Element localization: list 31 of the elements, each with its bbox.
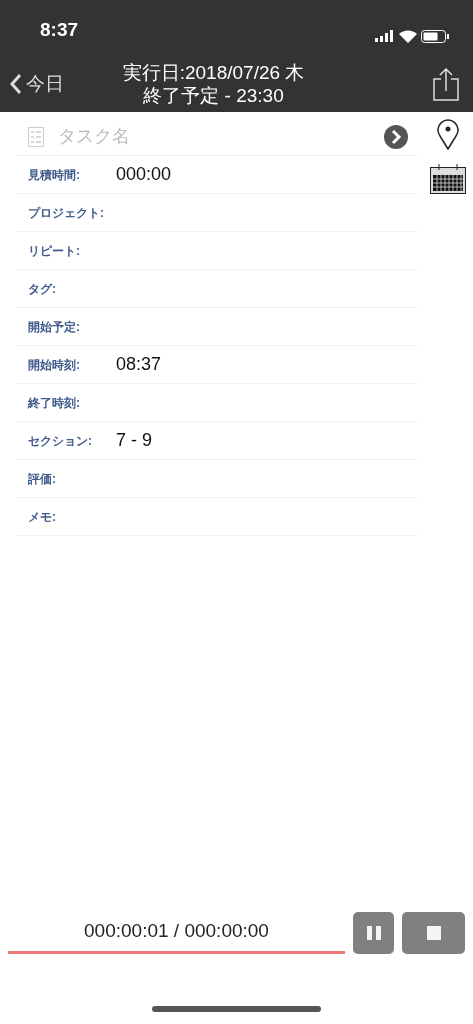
field-label: リピート: <box>28 242 81 260</box>
field-label: 見積時間: <box>28 166 81 184</box>
field-label: タグ: <box>28 280 57 298</box>
go-button[interactable] <box>383 123 409 150</box>
pause-button[interactable] <box>353 912 394 954</box>
field-value: 08:37 <box>116 353 162 376</box>
nav-title: 実行日:2018/07/26 木 <box>122 61 305 84</box>
nav-subtitle: 終了予定 - 23:30 <box>143 84 284 107</box>
field-label: 開始時刻: <box>28 356 81 374</box>
timer-reading: 000:00:01 / 000:00:00 <box>8 916 345 954</box>
field-value: 000:00 <box>116 163 172 186</box>
field-label: 評価: <box>28 470 57 488</box>
field-label: セクション: <box>28 432 93 450</box>
stop-icon <box>426 926 441 940</box>
map-pin-icon[interactable] <box>437 118 459 150</box>
back-button[interactable]: 今日 <box>10 69 64 99</box>
field-label: 開始予定: <box>28 318 81 336</box>
signal-icon <box>375 30 395 42</box>
field-value: 7 - 9 <box>116 429 153 452</box>
calendar-icon[interactable] <box>430 164 466 194</box>
stop-button[interactable] <box>402 912 465 954</box>
battery-icon <box>421 29 449 43</box>
share-button[interactable] <box>433 67 459 101</box>
wifi-icon <box>399 29 417 43</box>
pause-icon <box>366 926 381 940</box>
field-label: プロジェクト: <box>28 204 105 222</box>
field-label: 終了時刻: <box>28 394 81 412</box>
chevron-left-icon <box>10 73 22 95</box>
list-icon <box>28 126 44 147</box>
status-time: 8:37 <box>40 18 79 42</box>
field-label: メモ: <box>28 508 57 526</box>
